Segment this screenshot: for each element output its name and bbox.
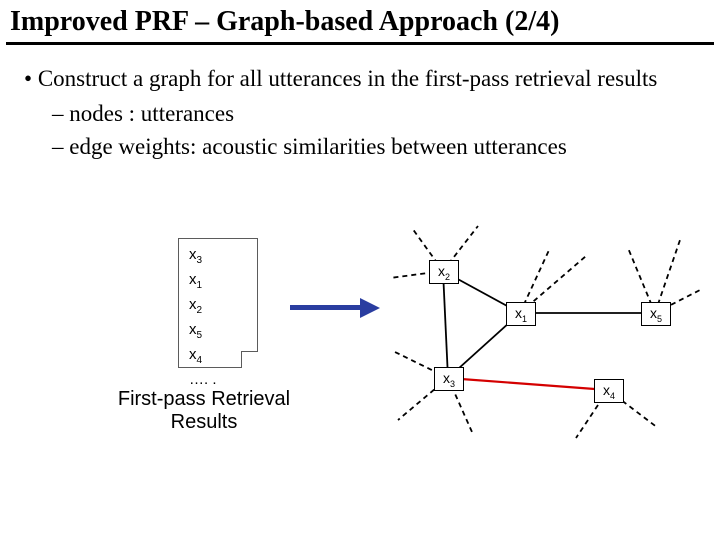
document-box: x3 x1 x2 x5 x4 …. . — [178, 238, 258, 368]
document-caption: First-pass Retrieval Results — [94, 388, 314, 434]
sub-bullet-edges: edge weights: acoustic similarities betw… — [52, 131, 696, 162]
node-x4: x4 — [594, 379, 624, 403]
sub-bullet-nodes: nodes : utterances — [52, 98, 696, 129]
node-x3: x3 — [434, 367, 464, 391]
node-x5: x5 — [641, 302, 671, 326]
arrow-icon — [290, 298, 380, 318]
diagram-area: x3 x1 x2 x5 x4 …. . First-pass Retrieval… — [0, 230, 720, 530]
slide-title: Improved PRF – Graph-based Approach (2/4… — [0, 0, 720, 42]
bullet-main-text: Construct a graph for all utterances in … — [38, 66, 658, 91]
page-fold-icon — [241, 351, 258, 368]
graph-drawing: x2 x1 x5 x3 x4 — [380, 220, 710, 450]
graph-edges — [380, 220, 710, 450]
bullet-main: Construct a graph for all utterances in … — [24, 63, 696, 162]
document-lines: x3 x1 x2 x5 x4 …. . — [189, 245, 217, 389]
node-x1: x1 — [506, 302, 536, 326]
node-x2: x2 — [429, 260, 459, 284]
slide-body: Construct a graph for all utterances in … — [0, 45, 720, 162]
